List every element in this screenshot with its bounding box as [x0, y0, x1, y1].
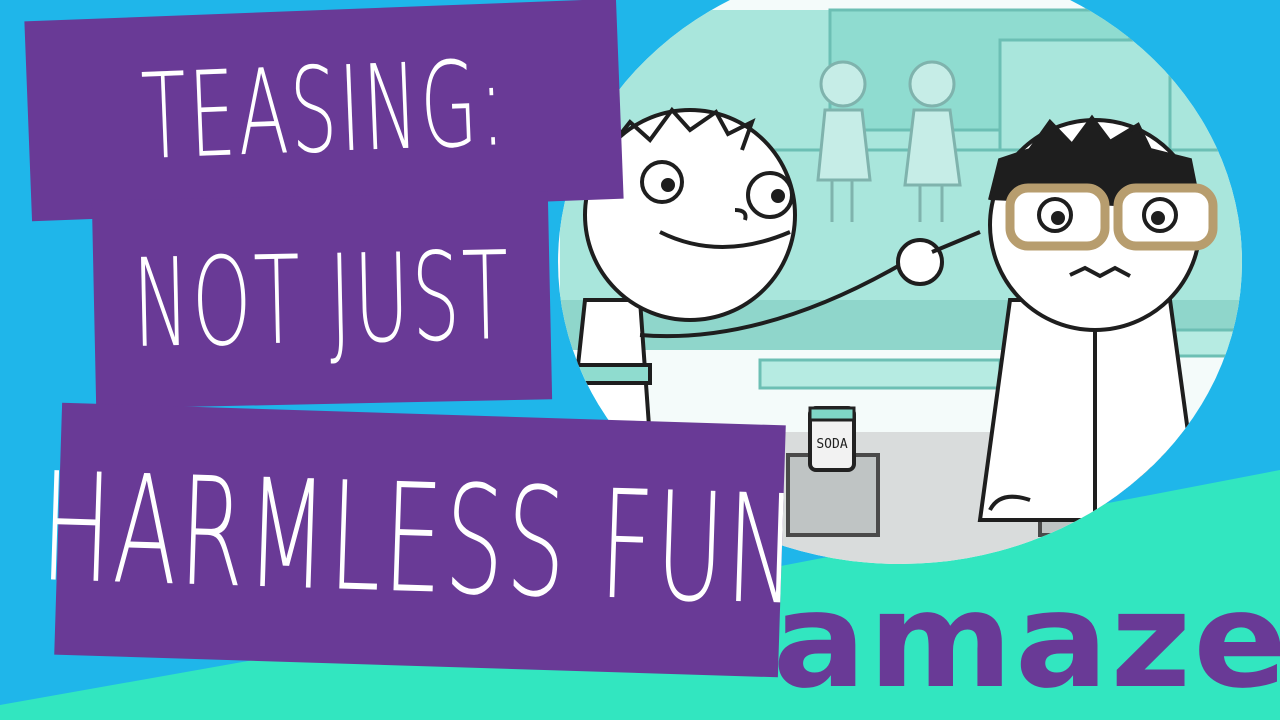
logo-text: amaze: [772, 564, 1280, 718]
title-line-3: HARMLESS FUN: [38, 441, 802, 639]
soda-can-left: SODA: [808, 406, 856, 472]
title-line-1: TEASING:: [139, 34, 509, 186]
soda-can-label: SODA: [816, 437, 847, 452]
amaze-logo: amaze: [773, 564, 1280, 718]
title-line-2: NOT JUST: [131, 225, 513, 375]
title-banner-2: NOT JUST: [91, 191, 553, 409]
title-banner-1: TEASING:: [24, 0, 624, 222]
title-banner-3: HARMLESS FUN: [39, 402, 801, 678]
